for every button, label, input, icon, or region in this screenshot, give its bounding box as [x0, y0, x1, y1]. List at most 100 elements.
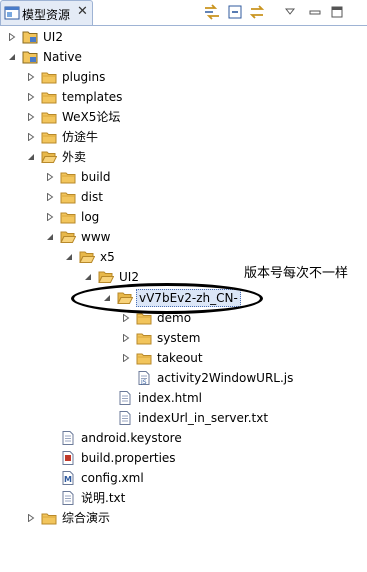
collapse-arrow-icon[interactable]: [8, 53, 16, 61]
expand-arrow-icon[interactable]: [46, 173, 54, 181]
tree-item-label: plugins: [62, 70, 106, 84]
expand-arrow-icon[interactable]: [122, 314, 130, 322]
tree-item-index-html[interactable]: index.html: [0, 388, 367, 408]
tree-item-label: x5: [100, 250, 115, 264]
expand-arrow-icon[interactable]: [46, 213, 54, 221]
expand-arrow-icon[interactable]: [27, 514, 35, 522]
xml-file-icon: [60, 471, 76, 485]
tree-item-demo[interactable]: demo: [0, 308, 367, 328]
tree-item-fangtuniu[interactable]: 仿途牛: [0, 127, 367, 147]
tree-item-label: dist: [81, 190, 103, 204]
collapse-arrow-icon[interactable]: [84, 273, 92, 281]
folder-open-icon: [79, 250, 95, 264]
collapse-arrow-icon[interactable]: [103, 294, 111, 302]
tree-item-label: build: [81, 170, 111, 184]
tree-item-label: WeX5论坛: [62, 110, 121, 124]
tree-item-label: demo: [157, 311, 192, 325]
tree-item-label: 综合演示: [62, 511, 111, 525]
collapse-arrow-icon[interactable]: [46, 233, 54, 241]
tree-item-build-properties[interactable]: build.properties: [0, 448, 367, 468]
tree-item-label: config.xml: [81, 471, 144, 485]
tree-item-label: 说明.txt: [81, 491, 126, 505]
minimize-icon[interactable]: [306, 4, 324, 20]
js-file-icon: [136, 371, 152, 385]
expand-arrow-icon[interactable]: [122, 334, 130, 342]
project-icon: [22, 50, 38, 64]
tree-item-label: log: [81, 210, 100, 224]
folder-open-icon: [98, 270, 114, 284]
expand-arrow-icon[interactable]: [46, 193, 54, 201]
sync-icon[interactable]: [203, 4, 221, 20]
folder-icon: [41, 110, 57, 124]
tree-item-index-url-txt[interactable]: indexUrl_in_server.txt: [0, 408, 367, 428]
tree-item-label: build.properties: [81, 451, 176, 465]
tree-item-label: index.html: [138, 391, 202, 405]
tree-item-log[interactable]: log: [0, 207, 367, 227]
tree-item-ui2[interactable]: UI2: [0, 27, 367, 47]
tree-item-version-folder[interactable]: vV7bEv2-zh_CN-: [0, 288, 367, 308]
folder-open-icon: [60, 230, 76, 244]
model-resources-icon: [4, 6, 20, 23]
folder-icon: [60, 190, 76, 204]
file-icon: [117, 411, 133, 425]
tree-item-label: takeout: [157, 351, 203, 365]
tab-divider: [0, 25, 367, 26]
tree-item-wex5-forum[interactable]: WeX5论坛: [0, 107, 367, 127]
tree-item-label: indexUrl_in_server.txt: [138, 411, 269, 425]
file-icon: [117, 391, 133, 405]
folder-icon: [41, 70, 57, 84]
tree-item-www[interactable]: www: [0, 227, 367, 247]
collapse-arrow-icon[interactable]: [27, 153, 35, 161]
tree-item-waimai[interactable]: 外卖: [0, 147, 367, 167]
tree-item-label: activity2WindowURL.js: [157, 371, 294, 385]
tree-item-build[interactable]: build: [0, 167, 367, 187]
tree-item-label: UI2: [119, 270, 139, 284]
expand-arrow-icon[interactable]: [27, 113, 35, 121]
folder-icon: [136, 351, 152, 365]
expand-arrow-icon[interactable]: [27, 93, 35, 101]
tree-item-demo-app[interactable]: 综合演示: [0, 508, 367, 528]
tree-item-keystore[interactable]: android.keystore: [0, 428, 367, 448]
tree-item-config-xml[interactable]: config.xml: [0, 468, 367, 488]
maximize-icon[interactable]: [328, 4, 346, 20]
folder-open-icon: [41, 150, 57, 164]
tree-item-readme-txt[interactable]: 说明.txt: [0, 488, 367, 508]
collapse-all-icon[interactable]: [226, 4, 244, 20]
properties-file-icon: [60, 451, 76, 465]
folder-icon: [41, 130, 57, 144]
tree-item-templates[interactable]: templates: [0, 87, 367, 107]
file-icon: [60, 431, 76, 445]
tree-item-native[interactable]: Native: [0, 47, 367, 67]
tree-item-label: Native: [43, 50, 82, 64]
view-menu-icon[interactable]: [281, 4, 299, 20]
folder-icon: [60, 170, 76, 184]
file-icon: [60, 491, 76, 505]
view-tab-bar: 模型资源 ✕: [0, 0, 367, 26]
tree-item-system[interactable]: system: [0, 328, 367, 348]
folder-icon: [136, 311, 152, 325]
tree-item-label: templates: [62, 90, 123, 104]
expand-arrow-icon[interactable]: [8, 33, 16, 41]
tree-item-plugins[interactable]: plugins: [0, 67, 367, 87]
annotation-text: 版本号每次不一样: [244, 266, 349, 281]
tab-title: 模型资源: [22, 8, 71, 22]
folder-open-icon: [117, 291, 133, 305]
collapse-arrow-icon[interactable]: [65, 253, 73, 261]
close-icon[interactable]: ✕: [77, 4, 88, 19]
expand-arrow-icon[interactable]: [122, 354, 130, 362]
tree-item-label: system: [157, 331, 201, 345]
expand-arrow-icon[interactable]: [27, 133, 35, 141]
link-with-editor-icon[interactable]: [248, 4, 266, 20]
tab-model-resources[interactable]: 模型资源 ✕: [0, 0, 93, 25]
tree-item-label: 外卖: [62, 150, 87, 164]
folder-icon: [60, 210, 76, 224]
tree-item-label: 仿途牛: [62, 130, 99, 144]
tree-item-label: www: [81, 230, 111, 244]
tree-item-takeout[interactable]: takeout: [0, 348, 367, 368]
project-icon: [22, 30, 38, 44]
tree-item-label: android.keystore: [81, 431, 182, 445]
tree-item-dist[interactable]: dist: [0, 187, 367, 207]
folder-icon: [41, 90, 57, 104]
expand-arrow-icon[interactable]: [27, 73, 35, 81]
tree-item-activity-js[interactable]: activity2WindowURL.js: [0, 368, 367, 388]
